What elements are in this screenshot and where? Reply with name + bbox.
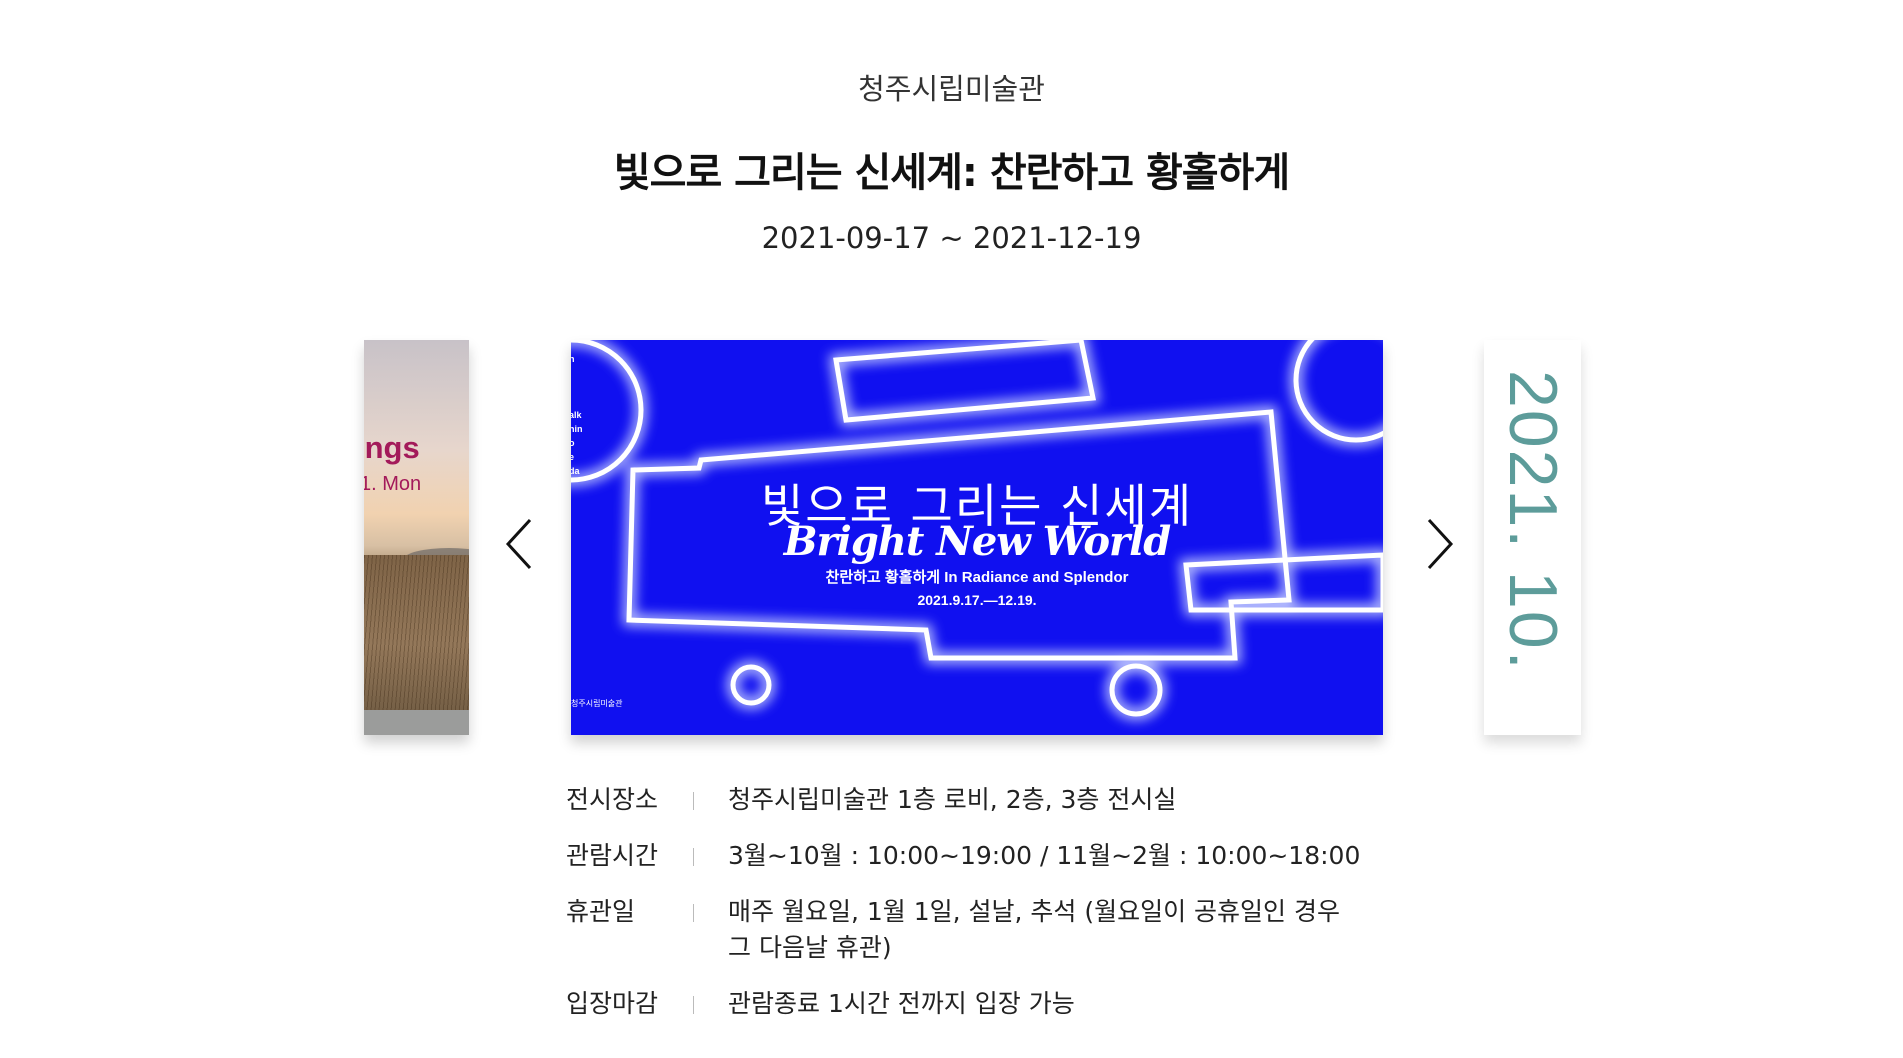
poster-subtitle: 찬란하고 황홀하게 In Radiance and Splendor: [825, 569, 1129, 586]
chevron-left-icon: [505, 518, 532, 570]
info-value: 청주시립미술관 1층 로비, 2층, 3층 전시실: [728, 785, 1177, 814]
info-divider: [693, 848, 694, 866]
info-divider: [693, 996, 694, 1014]
info-label: 휴관일: [566, 897, 636, 926]
poster-dates: 2021.9.17.—12.19.: [917, 592, 1037, 608]
info-label: 전시장소: [566, 785, 659, 814]
info-value: 관람종료 1시간 전까지 입장 가능: [728, 989, 1075, 1018]
info-row-hours: 관람시간 3월~10월 : 10:00~19:00 / 11월~2월 : 10:…: [566, 838, 1366, 894]
landscape-reeds: [364, 555, 469, 735]
carousel-slide-next[interactable]: 2021. 10.: [1484, 340, 1581, 735]
poster-title-en: Bright New World: [783, 518, 1171, 565]
info-label: 관람시간: [566, 841, 659, 870]
chevron-right-icon: [1427, 518, 1454, 570]
exhibition-info: 전시장소 청주시립미술관 1층 로비, 2층, 3층 전시실 관람시간 3월~1…: [566, 782, 1366, 1042]
info-divider: [693, 904, 694, 922]
info-label: 입장마감: [566, 989, 659, 1018]
poster-carousel: ings 1. Mon: [0, 0, 1903, 760]
next-slide-date: 2021. 10.: [1495, 370, 1571, 672]
prev-slide-date: 1. Mon: [364, 473, 422, 495]
info-row-closed: 휴관일 매주 월요일, 1월 1일, 설날, 추석 (월요일이 공휴일인 경우 …: [566, 894, 1366, 986]
carousel-slide-current[interactable]: n alk hin o e da 빛으로 그리는 신세계 Bright New Worl…: [571, 340, 1383, 735]
prev-slide-title: ings: [364, 430, 420, 465]
carousel-prev-button[interactable]: [500, 514, 540, 574]
poster-side-text: alk hin o e da: [571, 410, 583, 476]
carousel-next-button[interactable]: [1419, 514, 1459, 574]
carousel-slide-prev[interactable]: ings 1. Mon: [364, 340, 469, 735]
info-row-venue: 전시장소 청주시립미술관 1층 로비, 2층, 3층 전시실: [566, 782, 1366, 838]
poster-side-text: n: [571, 354, 575, 364]
info-divider: [693, 792, 694, 810]
landscape-water: [364, 710, 469, 735]
info-value: 3월~10월 : 10:00~19:00 / 11월~2월 : 10:00~18…: [728, 841, 1361, 870]
poster-logo: 청주시립미술관: [571, 699, 623, 708]
info-row-last-entry: 입장마감 관람종료 1시간 전까지 입장 가능: [566, 986, 1366, 1042]
info-value: 매주 월요일, 1월 1일, 설날, 추석 (월요일이 공휴일인 경우 그 다음…: [728, 897, 1340, 962]
